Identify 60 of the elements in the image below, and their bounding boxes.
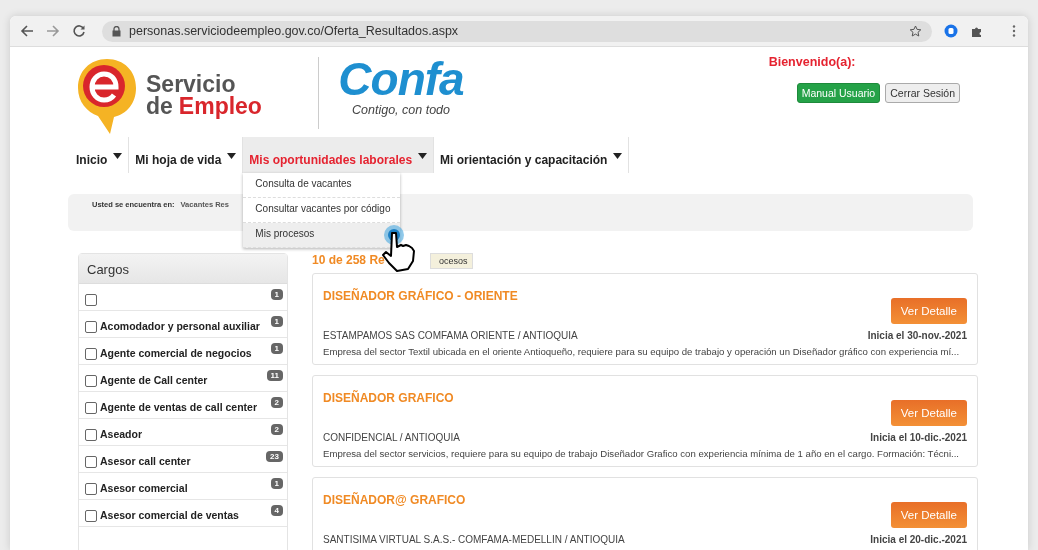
count-badge: 1 [270,478,283,489]
job-description: Empresa del sector servicios, requiere para su equipo de trabajo Diseñador Grafico con experiencia mínima de 1 año en el cargo. Formación: Técni... [323,448,960,459]
caret-icon [113,153,123,159]
checkbox[interactable] [85,348,97,360]
filter-label: Asesor comercial de ventas [100,509,240,523]
count-badge: 11 [266,370,283,381]
checkbox[interactable] [85,294,97,306]
panel-title: Cargos [79,254,287,284]
count-badge: 1 [270,343,283,354]
filter-label: Acomodador y personal auxiliar [100,320,261,334]
filter-label: Asesor call center [100,455,192,469]
welcome-text: Bienvenido(a): [768,55,856,69]
results-count: 10 de 258 Re [312,253,385,267]
dropdown-item[interactable]: Mis procesos [243,223,401,248]
checkbox[interactable] [85,429,97,441]
count-badge: 23 [266,451,283,462]
filter-label: Aseador [100,428,143,442]
nav-menu-item[interactable]: Mi orientación y capacitación [434,137,630,173]
count-badge: 2 [270,424,283,435]
star-icon[interactable] [909,24,922,38]
partner-logo-text: Confa [338,55,464,104]
filter-label: Agente de Call center [100,374,209,388]
filter-label: Agente comercial de negocios [100,347,253,361]
caret-icon [418,153,428,159]
address-bar[interactable]: personas.serviciodeempleo.gov.co/Oferta_Resultados.aspx [102,20,932,42]
filter-label: Asesor comercial [100,482,189,496]
url-text: personas.serviciodeempleo.gov.co/Oferta_Resultados.aspx [129,24,459,38]
partner-tagline: Contigo, con todo [352,103,450,118]
tooltip: ocesos [430,253,473,269]
checkbox[interactable] [85,321,97,333]
checkbox[interactable] [85,402,97,414]
logo-text: de [146,96,173,118]
caret-icon [227,153,237,159]
lock-icon [112,25,121,37]
back-icon[interactable] [20,24,34,38]
company-text: CONFIDENCIAL / ANTIOQUIA [323,432,460,443]
checkbox[interactable] [85,456,97,468]
caret-icon [613,153,623,159]
reload-icon[interactable] [72,24,86,38]
extension-circle-icon[interactable] [944,24,958,38]
start-date: Inicia el 10-dic.-2021 [870,432,967,443]
logout-button[interactable]: Cerrar Sesión [885,83,960,103]
company-text: SANTISIMA VIRTUAL S.A.S.- COMFAMA-MEDELLIN / ANTIOQUIA [323,534,625,545]
filter-label: Agente de ventas de call center [100,401,258,415]
logo-text: Empleo [178,96,262,118]
count-badge: 4 [270,505,283,516]
checkbox[interactable] [85,483,97,495]
job-description: Empresa del sector Textil ubicada en el oriente Antioqueño, requiere para su equipo de trabajo y operación un Diseñador gráfico con experiencia mí... [323,346,961,357]
count-badge: 2 [270,397,283,408]
checkbox[interactable] [85,375,97,387]
start-date: Inicia el 30-nov.-2021 [867,330,967,341]
start-date: Inicia el 20-dic.-2021 [870,534,967,545]
more-icon[interactable] [1012,24,1016,38]
logo-text: Servicio [146,74,236,96]
checkbox[interactable] [85,510,97,522]
company-text: ESTAMPAMOS SAS COMFAMA ORIENTE / ANTIOQUIA [323,330,578,341]
count-badge: 1 [270,289,283,300]
speech-bubble-logo-icon [76,57,138,135]
count-badge: 1 [270,316,283,327]
nav-menu-item[interactable]: Inicio [76,137,130,173]
